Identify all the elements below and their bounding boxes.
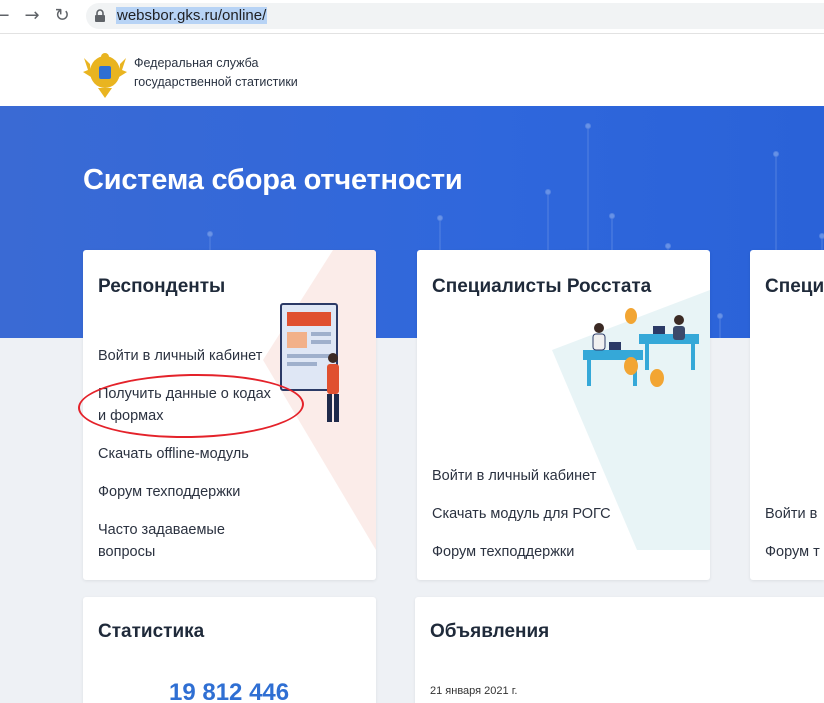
- lock-icon: [95, 9, 105, 22]
- respondents-offline-link[interactable]: Скачать offline-модуль: [98, 443, 249, 465]
- statistics-card: Статистика 19 812 446: [83, 597, 376, 703]
- third-card-login-link[interactable]: Войти в: [765, 503, 817, 525]
- specialists-third-card: Специ Войти в Форум т: [750, 250, 824, 580]
- specialists-rogs-link[interactable]: Скачать модуль для РОГС: [432, 503, 611, 525]
- address-bar[interactable]: websbor.gks.ru/online/: [86, 3, 824, 29]
- third-card-title: Специ: [765, 276, 824, 297]
- rosstat-emblem-logo[interactable]: [82, 50, 128, 100]
- url-text[interactable]: websbor.gks.ru/online/: [116, 7, 268, 24]
- org-name-line2: государственной статистики: [134, 75, 298, 89]
- announcement-date: 21 января 2021 г.: [430, 685, 518, 697]
- back-icon[interactable]: ←: [0, 6, 12, 26]
- site-header: Федеральная служба государственной стати…: [0, 34, 824, 106]
- respondents-title: Респонденты: [98, 276, 226, 297]
- browser-toolbar: ← → ↻ websbor.gks.ru/online/: [0, 0, 824, 34]
- org-name-line1: Федеральная служба: [134, 56, 259, 70]
- specialists-title: Специалисты Росстата: [432, 276, 652, 297]
- page-title: Система сбора отчетности: [83, 164, 463, 196]
- reload-icon[interactable]: ↻: [52, 6, 72, 26]
- respondents-faq-link-line1[interactable]: Часто задаваемые: [98, 519, 225, 541]
- respondents-forum-link[interactable]: Форум техподдержки: [98, 481, 240, 503]
- specialists-forum-link[interactable]: Форум техподдержки: [432, 541, 574, 563]
- specialists-login-link[interactable]: Войти в личный кабинет: [432, 465, 596, 487]
- respondents-login-link[interactable]: Войти в личный кабинет: [98, 345, 262, 367]
- forward-icon[interactable]: →: [22, 6, 42, 26]
- org-name: Федеральная служба государственной стати…: [134, 54, 298, 92]
- third-card-forum-link[interactable]: Форум т: [765, 541, 820, 563]
- announcements-title: Объявления: [430, 621, 550, 642]
- announcements-card: Объявления 21 января 2021 г.: [415, 597, 824, 703]
- statistics-title: Статистика: [98, 621, 205, 642]
- office-workers-illustration-icon: [583, 308, 699, 387]
- specialists-card: Специалисты Росстата Войти в личный каби…: [417, 250, 710, 580]
- statistics-counter: 19 812 446: [169, 679, 290, 703]
- respondents-faq-link-line2[interactable]: вопросы: [98, 541, 155, 563]
